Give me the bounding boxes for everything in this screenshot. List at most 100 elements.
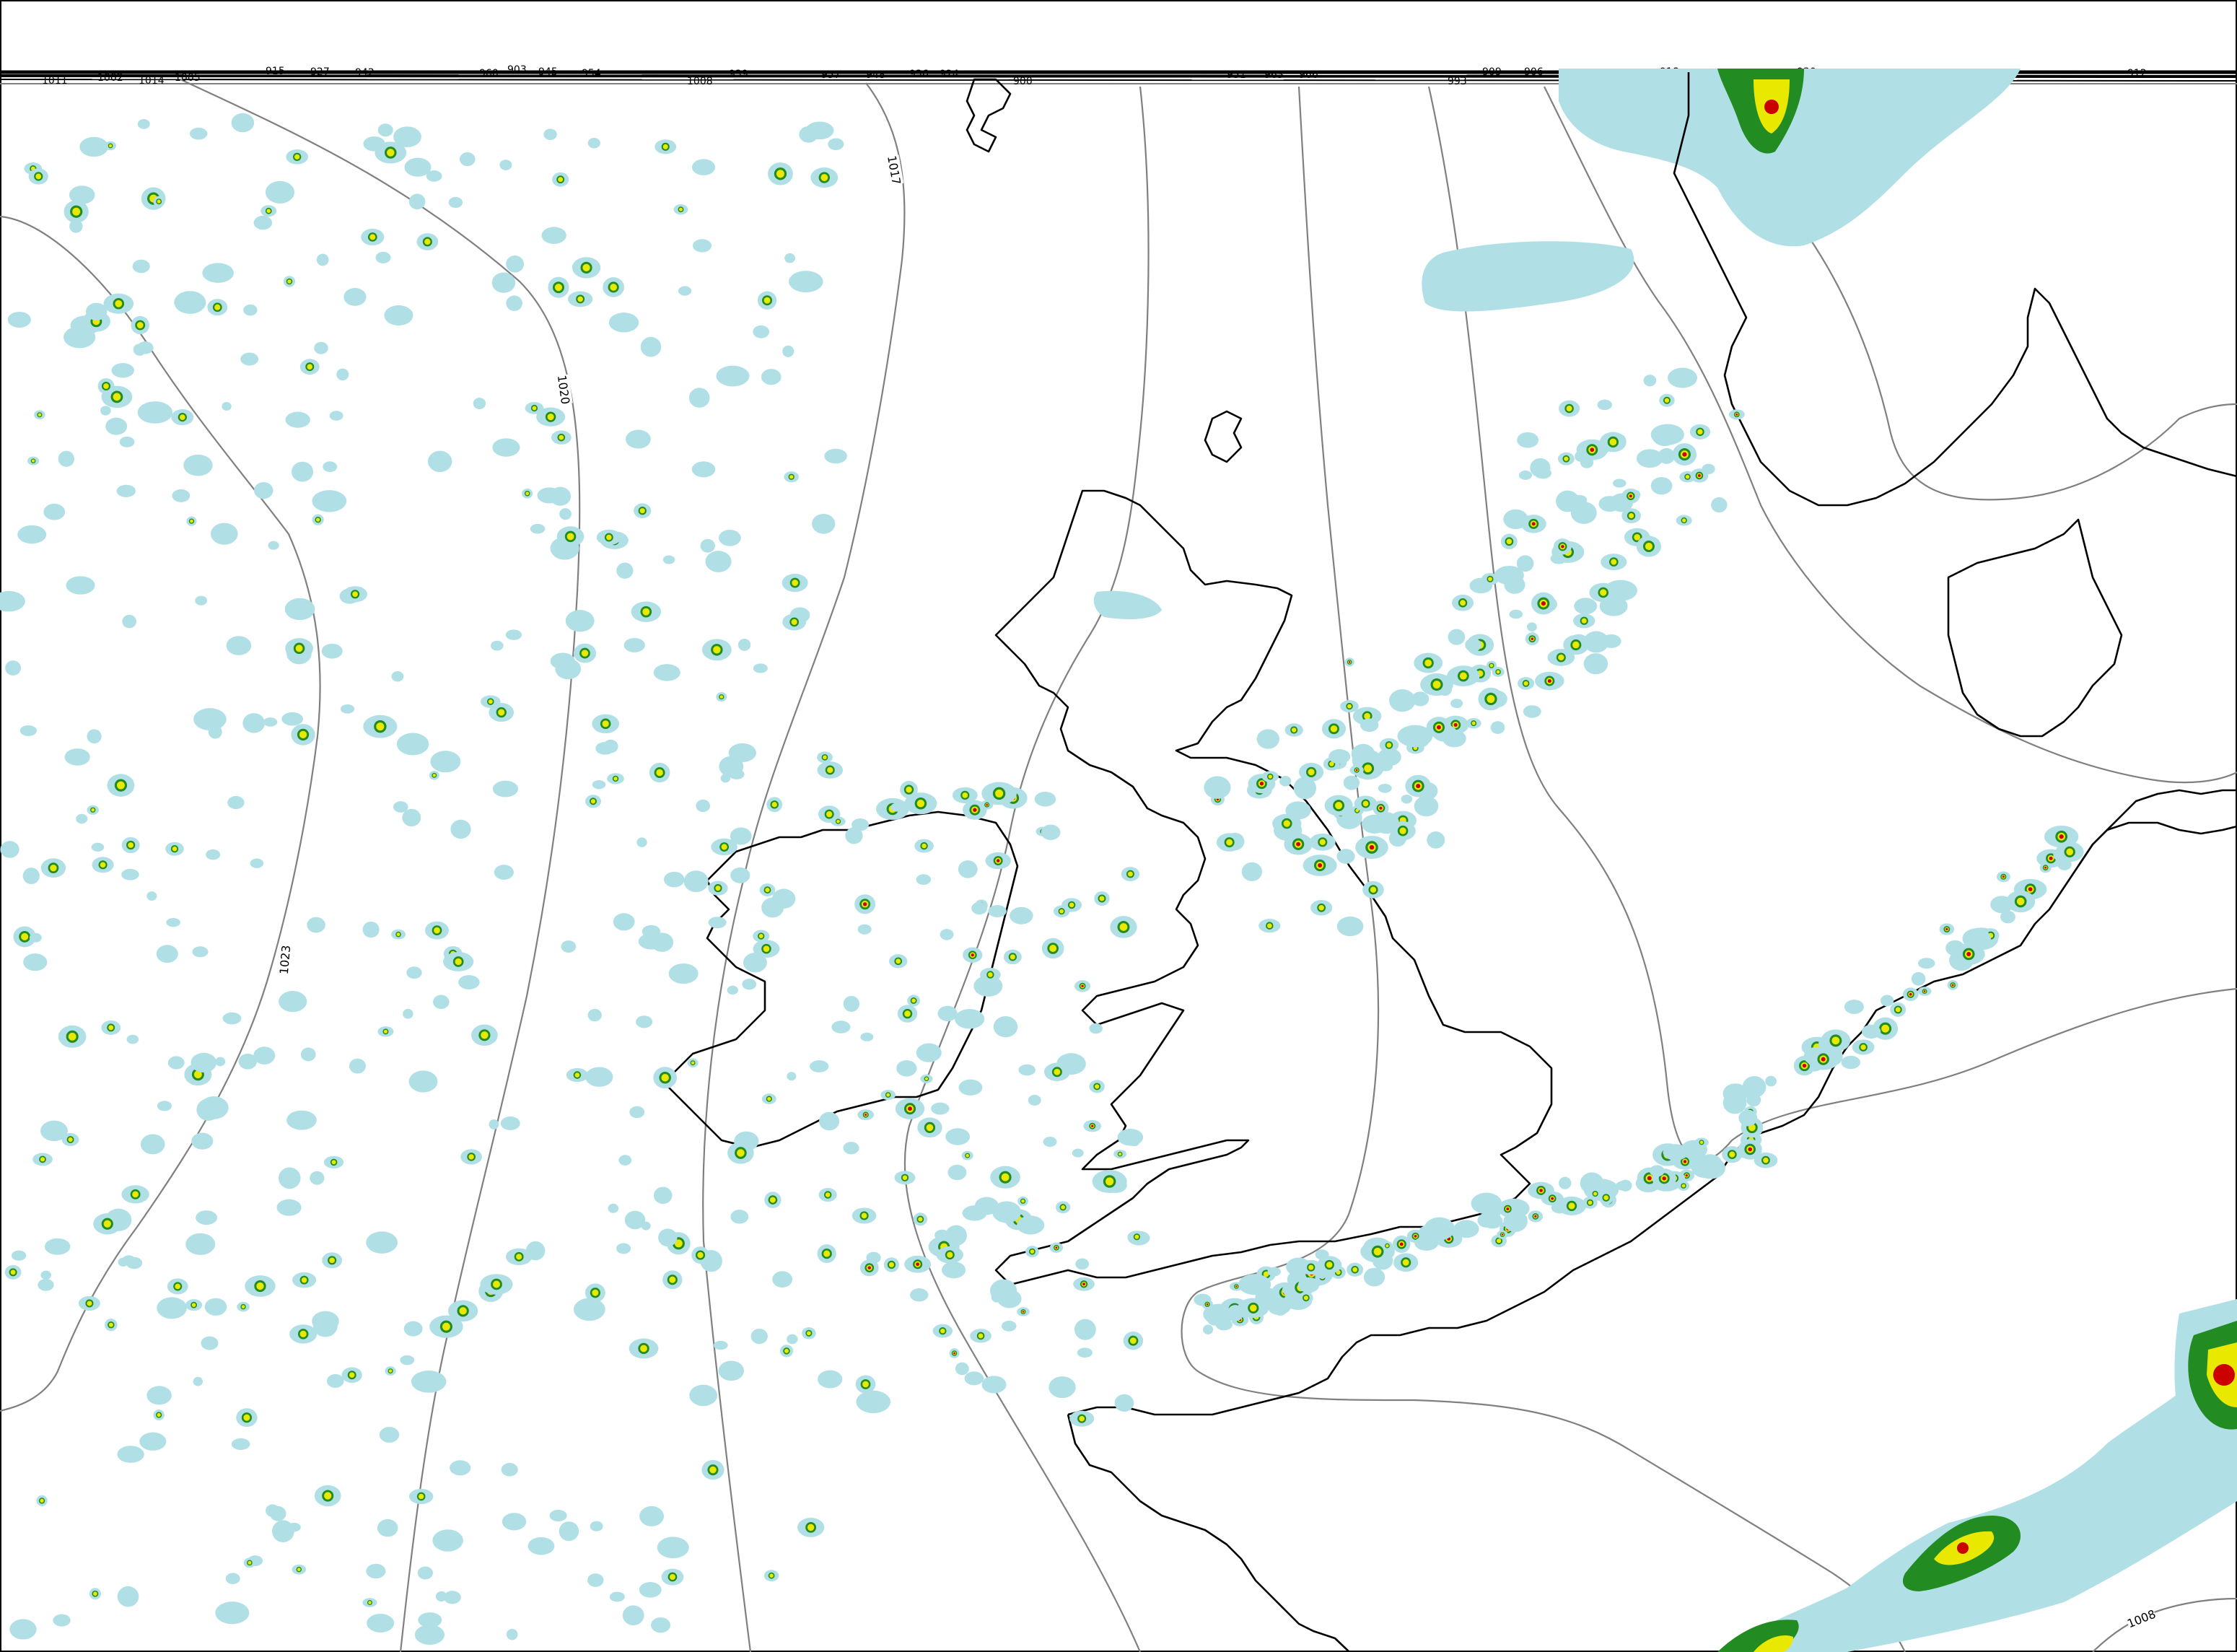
shower-cell — [945, 1128, 971, 1145]
shower-cell — [1738, 1109, 1758, 1127]
shower-cell — [366, 1231, 398, 1254]
shower-cell — [391, 671, 404, 682]
shower-cell-heavy — [1603, 1195, 1609, 1200]
shower-cell-heavy — [388, 1369, 393, 1373]
shower-cell — [590, 1521, 603, 1531]
shower-cell-heavy — [1489, 663, 1494, 668]
shower-cell — [592, 779, 606, 790]
shower-cell-intense — [2044, 866, 2047, 869]
shower-cell-heavy — [1095, 1084, 1100, 1089]
shower-cell-heavy — [266, 209, 271, 214]
shower-cell — [336, 368, 349, 381]
shower-cell-heavy — [888, 1262, 894, 1267]
shower-cell-intense — [864, 1114, 867, 1116]
shower-cell-heavy — [87, 1301, 92, 1306]
shower-cell — [185, 1233, 216, 1255]
shower-cell — [625, 429, 651, 449]
shower-cell-heavy — [921, 843, 927, 849]
shower-cell — [541, 227, 566, 244]
shower-cell-heavy — [329, 1257, 335, 1264]
shower-cell — [1414, 1237, 1430, 1249]
shower-cell — [44, 1238, 71, 1255]
shower-cell-heavy — [418, 1493, 424, 1500]
shower-cell — [955, 1362, 969, 1376]
shower-cell — [787, 1334, 798, 1345]
shower-cell — [1482, 1215, 1495, 1228]
shower-cell — [310, 1171, 325, 1185]
shower-cell-intense — [1082, 1282, 1085, 1286]
shower-cell-heavy — [1385, 1244, 1389, 1248]
shower-cell-heavy — [1399, 827, 1406, 834]
shower-cell-heavy — [719, 695, 724, 699]
shower-cell-intense — [1821, 1057, 1826, 1062]
shower-cell-heavy — [331, 1160, 336, 1165]
shower-cell — [543, 128, 557, 141]
shower-cell — [287, 1522, 301, 1532]
shower-cell — [225, 1573, 240, 1584]
shower-cell-heavy — [432, 774, 436, 777]
shower-cell — [196, 1210, 218, 1225]
shower-cell-heavy — [297, 1568, 301, 1572]
shower-cell-heavy — [1697, 429, 1703, 435]
shower-cell-heavy — [861, 1212, 867, 1219]
shower-cell-heavy — [602, 720, 609, 727]
shower-cell — [993, 1016, 1018, 1038]
shower-cell-heavy — [1362, 800, 1369, 807]
shower-cell — [1010, 906, 1033, 925]
shower-cell — [678, 286, 692, 296]
shower-cell — [1597, 399, 1612, 411]
shower-cell — [1204, 776, 1231, 799]
shower-cell — [616, 562, 634, 579]
shower-cell — [727, 985, 738, 995]
edge-label: 936 — [909, 69, 929, 80]
shower-cell-heavy — [767, 1096, 771, 1101]
shower-cell-heavy — [763, 945, 770, 952]
shower-cell-heavy — [1588, 1200, 1593, 1205]
shower-cell-heavy — [1611, 559, 1617, 565]
shower-cell-heavy — [481, 1031, 489, 1039]
shower-cell — [1702, 463, 1715, 475]
shower-cell — [636, 1015, 653, 1028]
shower-cell-intense — [1951, 984, 1954, 987]
shower-cell-heavy — [771, 802, 777, 808]
shower-cell-intense — [1945, 927, 1948, 931]
shower-cell-heavy — [606, 534, 612, 541]
shower-cell — [195, 595, 208, 606]
shower-cell-heavy — [926, 1124, 934, 1132]
shower-cell-heavy — [826, 810, 833, 818]
shower-cell — [1077, 1347, 1093, 1358]
shower-cell-heavy — [1895, 1007, 1901, 1013]
shower-cell-heavy — [547, 414, 554, 421]
shower-cell — [1034, 792, 1056, 807]
shower-cell-heavy — [157, 1412, 161, 1417]
shower-cell — [204, 1298, 227, 1316]
shower-cell — [958, 860, 978, 878]
edge-label: 915 — [266, 66, 285, 77]
shower-cell — [9, 1619, 37, 1640]
shower-cell-intense — [1682, 452, 1687, 457]
shower-cell — [1401, 795, 1413, 804]
shower-cell — [737, 638, 751, 651]
shower-cell — [156, 945, 178, 963]
shower-cell — [172, 489, 191, 502]
shower-cell — [787, 1072, 797, 1081]
edge-label: 1002 — [97, 72, 123, 84]
shower-cell — [530, 523, 546, 534]
shower-cell-intense — [971, 953, 974, 957]
shower-cell — [856, 1390, 891, 1414]
shower-cell-heavy — [1682, 518, 1686, 523]
shower-cell-heavy — [1699, 1140, 1704, 1145]
shower-cell-heavy — [492, 1280, 501, 1288]
shower-cell-heavy — [947, 1251, 953, 1258]
edge-label: 900 — [1013, 76, 1033, 87]
shower-cell — [1397, 725, 1433, 748]
shower-cell-intense — [1748, 1147, 1753, 1152]
shower-cell — [1503, 509, 1528, 530]
shower-cell-heavy — [103, 383, 109, 389]
shower-cell — [720, 774, 731, 783]
shower-cell-heavy — [1506, 538, 1513, 545]
shower-cell — [291, 461, 314, 482]
shower-cell-heavy — [1061, 1205, 1066, 1210]
shower-cell — [761, 897, 784, 918]
shower-cell — [403, 1008, 413, 1019]
